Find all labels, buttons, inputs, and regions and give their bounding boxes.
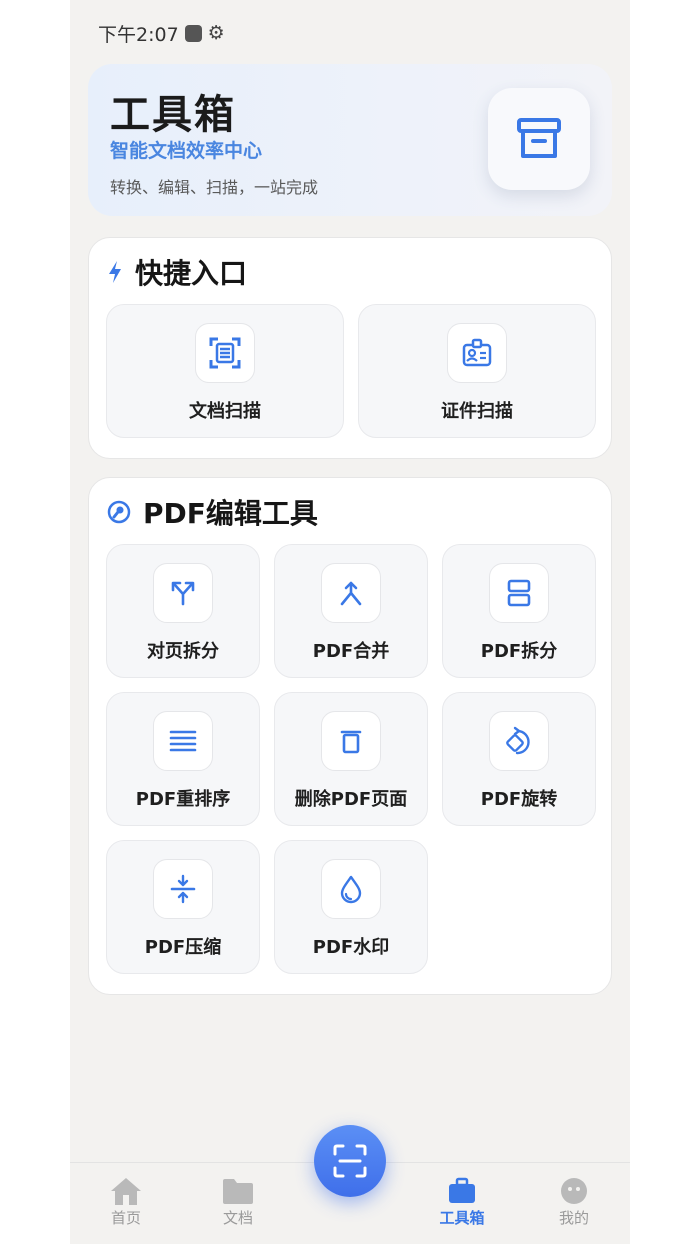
tile-id-scan[interactable]: 证件扫描 (358, 304, 596, 438)
tab-home[interactable]: 首页 (86, 1175, 166, 1228)
settings-gear-icon: ⚙ (207, 22, 225, 44)
status-bar: 下午2:07 ⚙ (98, 20, 225, 46)
tile-label: PDF水印 (312, 937, 390, 958)
tile-label: 文档扫描 (189, 401, 261, 422)
tile-document-scan[interactable]: 文档扫描 (106, 304, 344, 438)
tile-label: 对页拆分 (147, 641, 219, 662)
quick-entry-title: 快捷入口 (135, 257, 248, 290)
tab-label: 工具箱 (439, 1209, 485, 1227)
tab-documents[interactable]: 文档 (198, 1175, 278, 1228)
hero-banner: 工具箱 智能文档效率中心 转换、编辑、扫描，一站完成 (88, 64, 612, 216)
tile-label: PDF合并 (312, 641, 390, 662)
reorder-icon (153, 711, 213, 771)
profile-icon (561, 1178, 587, 1204)
tab-profile[interactable]: 我的 (534, 1175, 614, 1228)
pdf-tools-card: PDF编辑工具 对页拆分 PDF合并 PDF拆分 PDF重排序 删除PDF页面 … (88, 477, 612, 995)
tile-pdf-rotate[interactable]: PDF旋转 (442, 692, 596, 826)
hero-subtitle: 智能文档效率中心 (110, 140, 263, 162)
wrench-icon (107, 500, 131, 524)
tile-label: PDF重排序 (135, 789, 231, 810)
tile-label: 证件扫描 (441, 401, 513, 422)
compress-icon (153, 859, 213, 919)
pdf-tools-title: PDF编辑工具 (143, 497, 318, 530)
tile-pdf-compress[interactable]: PDF压缩 (106, 840, 260, 974)
home-icon (111, 1178, 141, 1205)
tile-facing-split[interactable]: 对页拆分 (106, 544, 260, 678)
tile-label: PDF压缩 (144, 937, 222, 958)
tile-label: PDF拆分 (480, 641, 558, 662)
rotate-icon (489, 711, 549, 771)
merge-icon (321, 563, 381, 623)
document-scan-icon (195, 323, 255, 383)
id-card-icon (447, 323, 507, 383)
phone-screen: 下午2:07 ⚙ 工具箱 智能文档效率中心 转换、编辑、扫描，一站完成 快捷入口 (70, 0, 630, 1244)
page-title: 工具箱 (110, 92, 236, 138)
trash-icon (321, 711, 381, 771)
pdf-tools-header: PDF编辑工具 (107, 492, 318, 532)
tile-label: 删除PDF页面 (294, 789, 408, 810)
notification-icon (184, 24, 202, 42)
tab-label: 我的 (558, 1209, 589, 1227)
scan-frame-icon (333, 1144, 367, 1178)
tab-label: 文档 (222, 1209, 253, 1227)
folder-icon (223, 1179, 253, 1204)
tile-pdf-watermark[interactable]: PDF水印 (274, 840, 428, 974)
scan-fab-button[interactable] (314, 1125, 386, 1197)
archive-button[interactable] (488, 88, 590, 190)
archive-box-icon (517, 118, 561, 158)
split-arrows-icon (153, 563, 213, 623)
lightning-icon (109, 261, 121, 283)
tile-pdf-split[interactable]: PDF拆分 (442, 544, 596, 678)
tile-label: PDF旋转 (480, 789, 558, 810)
tab-toolbox[interactable]: 工具箱 (422, 1175, 502, 1228)
tile-delete-pages[interactable]: 删除PDF页面 (274, 692, 428, 826)
toolbox-icon (449, 1177, 475, 1203)
tile-pdf-reorder[interactable]: PDF重排序 (106, 692, 260, 826)
tab-label: 首页 (110, 1209, 141, 1227)
tile-pdf-merge[interactable]: PDF合并 (274, 544, 428, 678)
quick-entry-header: 快捷入口 (107, 252, 247, 292)
split-pages-icon (489, 563, 549, 623)
watermark-drop-icon (321, 859, 381, 919)
status-time: 下午2:07 (98, 23, 179, 46)
hero-description: 转换、编辑、扫描，一站完成 (110, 178, 319, 197)
quick-entry-card: 快捷入口 文档扫描 证件扫描 (88, 237, 612, 459)
